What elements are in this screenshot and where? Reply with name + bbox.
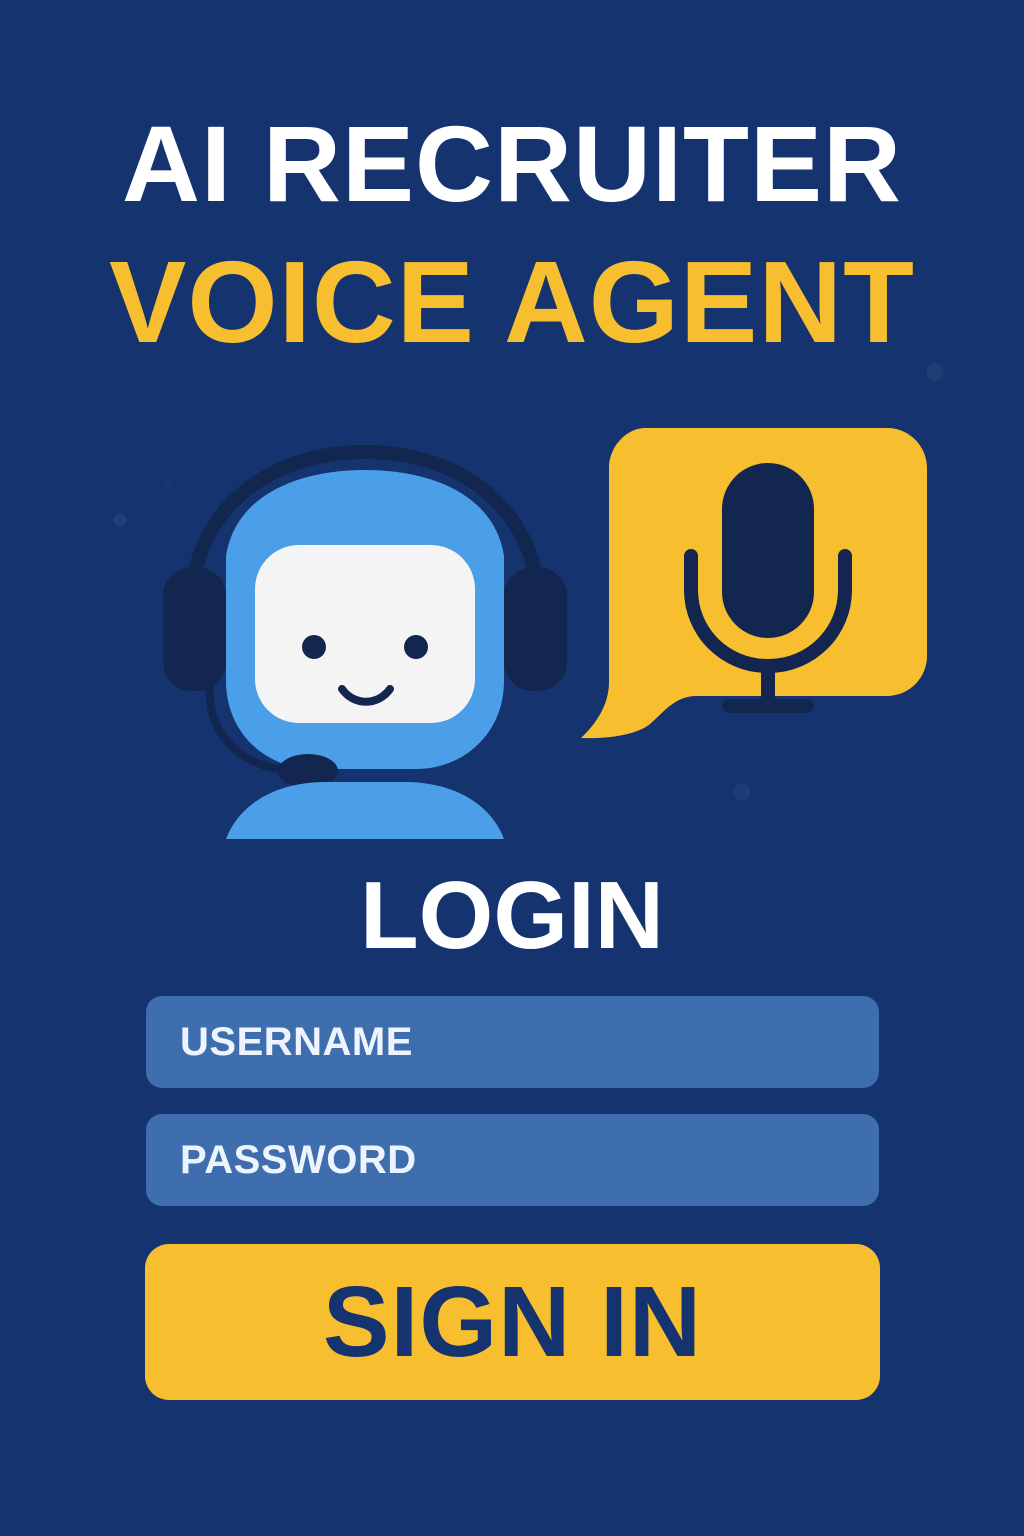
robot-avatar [155,430,575,850]
hero-illustration [0,400,1024,860]
robot-headset-icon [163,444,567,839]
password-input[interactable] [146,1114,879,1206]
voice-speech-bubble [575,422,935,752]
sign-in-button[interactable]: SIGN IN [145,1244,880,1400]
app-title-primary: AI RECRUITER [121,103,903,224]
login-heading: LOGIN [360,862,664,969]
app-title-secondary: VOICE AGENT [109,237,915,367]
microphone-icon [581,428,927,739]
login-screen: AI RECRUITER VOICE AGENT LOGIN USERNAME … [0,0,1024,1536]
username-input[interactable] [146,996,879,1088]
